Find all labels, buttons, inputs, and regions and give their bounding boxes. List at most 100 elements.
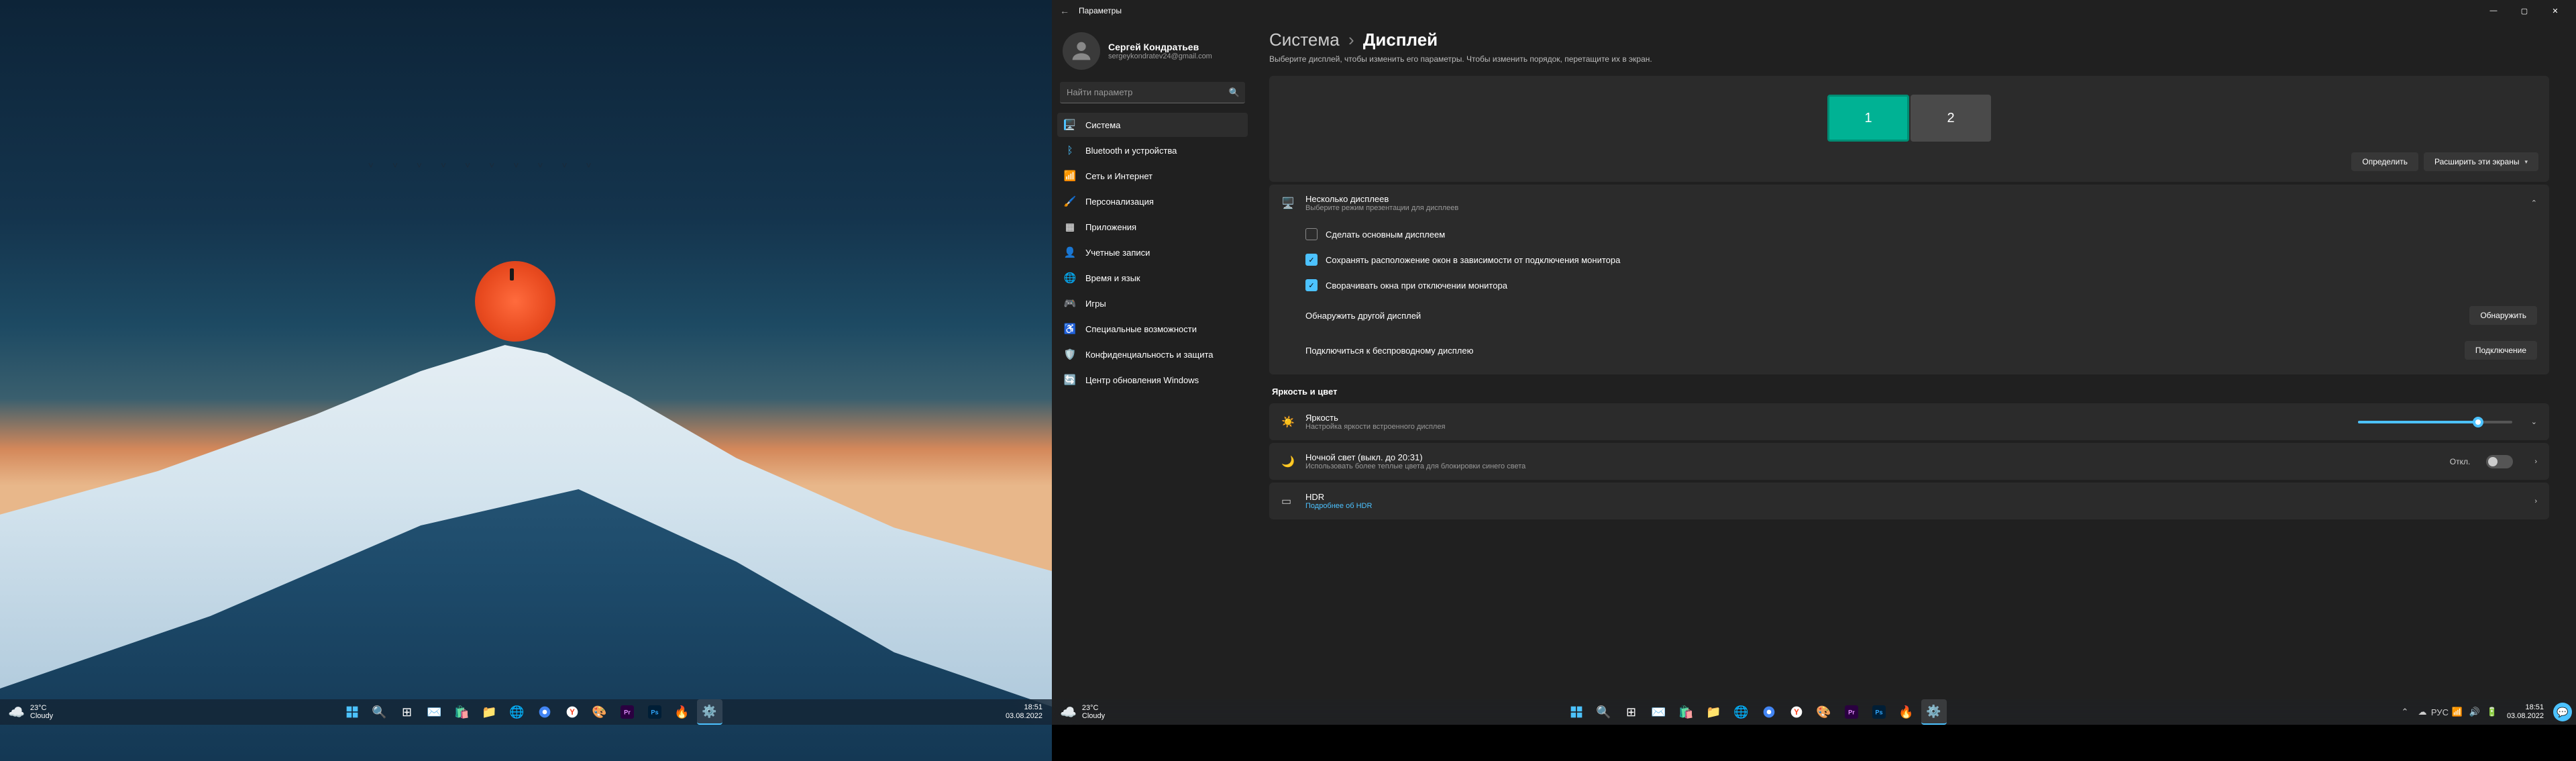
sidebar-item-bluetooth[interactable]: ᛒBluetooth и устройства [1057,138,1248,162]
yandex-icon[interactable]: Y [1784,699,1809,725]
monitor-box-2[interactable]: 2 [1911,95,1991,142]
sidebar-item-system[interactable]: 🖥️Система [1057,113,1248,137]
checkbox-icon[interactable] [1305,228,1318,240]
section-sub: Настройка яркости встроенного дисплея [1305,423,2347,431]
clock[interactable]: 18:51 03.08.2022 [2502,703,2549,721]
premiere-icon[interactable]: Pr [1839,699,1864,725]
minimize-button[interactable]: ― [2478,0,2509,21]
monitor-layout[interactable]: 1 2 [1280,95,2538,142]
sidebar-item-personalization[interactable]: 🖌️Персонализация [1057,189,1248,213]
yandex-icon[interactable]: Y [559,699,585,725]
sidebar-item-network[interactable]: 📶Сеть и Интернет [1057,164,1248,188]
store-icon[interactable]: 🛍️ [449,699,475,725]
extend-dropdown[interactable]: Расширить эти экраны▾ [2424,152,2538,171]
night-light-card[interactable]: 🌙 Ночной свет (выкл. до 20:31) Использов… [1269,443,2549,480]
globe-icon: 🌐 [1064,272,1076,284]
close-button[interactable]: ✕ [2540,0,2571,21]
checkbox-checked-icon[interactable]: ✓ [1305,254,1318,266]
task-view-icon[interactable]: ⊞ [1619,699,1644,725]
connect-button[interactable]: Подключение [2465,341,2537,360]
search-icon[interactable]: 🔍 [1591,699,1617,725]
explorer-icon[interactable]: 📁 [1701,699,1727,725]
displays-icon: 🖥️ [1281,197,1295,210]
chrome-icon[interactable] [532,699,557,725]
brightness-slider[interactable] [2358,421,2512,423]
app-icon-2[interactable]: 🔥 [669,699,695,725]
back-button[interactable]: ← [1060,5,1073,16]
app-icon-1[interactable]: 🎨 [1811,699,1837,725]
update-icon: 🔄 [1064,374,1076,386]
chevron-down-icon[interactable]: ⌄ [2531,417,2537,426]
task-view-icon[interactable]: ⊞ [394,699,420,725]
hdr-link[interactable]: Подробнее об HDR [1305,502,2524,510]
detect-button[interactable]: Обнаружить [2469,306,2537,325]
mail-icon[interactable]: ✉️ [1646,699,1672,725]
sidebar-item-accounts[interactable]: 👤Учетные записи [1057,240,1248,264]
weather-cond: Cloudy [30,712,53,720]
maximize-button[interactable]: ▢ [2509,0,2540,21]
svg-text:Ps: Ps [651,709,658,715]
monitor-box-1[interactable]: 1 [1827,95,1909,142]
sidebar: Сергей Кондратьев sergeykondratev24@gmai… [1052,21,1253,699]
network-icon[interactable]: 📶 [2449,701,2465,723]
clock[interactable]: 18:51 03.08.2022 [1000,703,1048,721]
premiere-icon[interactable]: Pr [614,699,640,725]
settings-icon[interactable]: ⚙️ [697,699,722,725]
sidebar-item-label: Игры [1085,299,1106,309]
onedrive-icon[interactable]: ☁ [2414,701,2430,723]
sidebar-item-apps[interactable]: ▦Приложения [1057,215,1248,239]
checkbox-checked-icon[interactable]: ✓ [1305,279,1318,291]
chevron-right-icon[interactable]: › [2534,497,2537,505]
weather-widget[interactable]: ☁️ 23°C Cloudy [1052,704,1113,721]
row-remember-layout[interactable]: ✓Сохранять расположение окон в зависимос… [1305,247,2537,272]
slider-thumb[interactable] [2473,417,2483,427]
notification-center-icon[interactable]: 💬 [2553,703,2572,721]
volume-icon[interactable]: 🔊 [2467,701,2483,723]
settings-icon[interactable]: ⚙️ [1921,699,1947,725]
chrome-icon[interactable] [1756,699,1782,725]
chevron-up-icon[interactable]: ⌃ [2397,701,2413,723]
multiple-displays-header[interactable]: 🖥️ Несколько дисплеев Выберите режим пре… [1269,185,2549,221]
identify-button[interactable]: Определить [2351,152,2418,171]
explorer-icon[interactable]: 📁 [477,699,502,725]
chevron-right-icon[interactable]: › [2534,458,2537,466]
photoshop-icon[interactable]: Ps [642,699,667,725]
breadcrumb-parent[interactable]: Система [1269,30,1340,50]
mail-icon[interactable]: ✉️ [422,699,447,725]
language-indicator[interactable]: РУС [2432,701,2448,723]
sidebar-item-privacy[interactable]: 🛡️Конфиденциальность и защита [1057,342,1248,366]
wallpaper-birds: ˅ ˅ ˅ ˅ ˅ ˅ ˅ ˅ ˅ ˅ [368,160,600,170]
user-block[interactable]: Сергей Кондратьев sergeykondratev24@gmai… [1057,27,1248,81]
night-light-toggle[interactable] [2486,455,2513,468]
sidebar-item-update[interactable]: 🔄Центр обновления Windows [1057,368,1248,392]
app-icon-2[interactable]: 🔥 [1894,699,1919,725]
row-label: Обнаружить другой дисплей [1305,311,1421,321]
edge-icon[interactable]: 🌐 [1729,699,1754,725]
search-icon: 🔍 [1229,87,1240,98]
sidebar-item-time-language[interactable]: 🌐Время и язык [1057,266,1248,290]
search-icon[interactable]: 🔍 [367,699,392,725]
weather-widget[interactable]: ☁️ 23°C Cloudy [0,704,61,721]
start-button[interactable] [339,699,365,725]
battery-icon[interactable]: 🔋 [2484,701,2500,723]
content-area: Система › Дисплей Выберите дисплей, чтоб… [1253,21,2576,699]
row-minimize-on-disconnect[interactable]: ✓Сворачивать окна при отключении монитор… [1305,272,2537,298]
edge-icon[interactable]: 🌐 [504,699,530,725]
apps-icon: ▦ [1064,221,1076,233]
app-icon-1[interactable]: 🎨 [587,699,612,725]
start-button[interactable] [1564,699,1589,725]
sidebar-item-gaming[interactable]: 🎮Игры [1057,291,1248,315]
sidebar-item-accessibility[interactable]: ♿Специальные возможности [1057,317,1248,341]
brightness-card: ☀️ Яркость Настройка яркости встроенного… [1269,403,2549,440]
section-sub: Использовать более теплые цвета для блок… [1305,462,2439,470]
search-input[interactable] [1060,82,1245,103]
section-title: HDR [1305,492,2524,502]
sidebar-item-label: Учетные записи [1085,248,1150,258]
svg-text:Ps: Ps [1875,709,1882,715]
store-icon[interactable]: 🛍️ [1674,699,1699,725]
taskbar-monitor-1: ☁️ 23°C Cloudy 🔍 ⊞ ✉️ 🛍️ 📁 🌐 Y 🎨 Pr Ps 🔥… [0,699,1052,725]
row-make-primary[interactable]: Сделать основным дисплеем [1305,221,2537,247]
hdr-card[interactable]: ▭ HDR Подробнее об HDR › [1269,483,2549,519]
photoshop-icon[interactable]: Ps [1866,699,1892,725]
chevron-down-icon: ▾ [2524,158,2528,166]
